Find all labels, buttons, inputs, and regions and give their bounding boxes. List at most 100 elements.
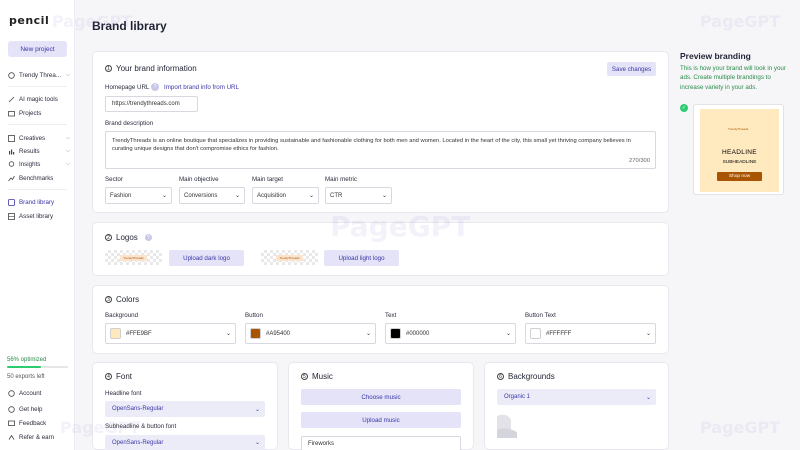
brand-icon [8, 198, 15, 206]
branding-preview-card[interactable]: TrendyThreads HEADLINE SUBHEADLINE Shop … [693, 104, 784, 195]
upload-light-logo-button[interactable]: Upload light logo [324, 250, 399, 266]
section-number: 2 [105, 234, 112, 241]
app-logo: pencil [9, 14, 50, 27]
brand-description-textarea[interactable]: TrendyThreads is an online boutique that… [105, 131, 656, 169]
workspace-selector[interactable]: Trendy Threa... ⌵ [8, 70, 70, 80]
preview-logo: TrendyThreads [728, 127, 749, 131]
sidebar-item-label: Account [19, 389, 42, 397]
chevron-down-icon: ⌄ [308, 193, 314, 199]
sidebar-item-benchmarks[interactable]: Benchmarks [8, 173, 70, 183]
preview-headline: HEADLINE [722, 149, 757, 156]
import-brand-link[interactable]: Import brand info from URL [164, 84, 239, 91]
asset-icon [8, 212, 15, 220]
backgrounds-title: 6 Backgrounds [497, 372, 555, 381]
sidebar-item-account[interactable]: Account [8, 388, 70, 398]
homepage-url-label: Homepage URL [105, 84, 150, 91]
section-number: 4 [105, 373, 112, 380]
lightbulb-icon [8, 160, 15, 168]
button-text-color-label: Button Text [525, 312, 556, 319]
watermark: PageGPT [52, 12, 133, 31]
button-color-picker[interactable]: #A95400 ⌄ [245, 323, 376, 344]
sidebar-item-label: Benchmarks [19, 174, 54, 182]
dark-logo-preview: TrendyThreads [105, 250, 162, 265]
preview-shop-button: Shop now [717, 172, 762, 181]
watermark: PageGPT [330, 210, 471, 243]
workspace-label: Trendy Threa... [19, 71, 61, 79]
preview-branding-title: Preview branding [680, 51, 751, 61]
font-title: 4 Font [105, 372, 132, 381]
text-color-picker[interactable]: #000000 ⌄ [385, 323, 516, 344]
preview-subheadline: SUBHEADLINE [722, 160, 757, 165]
background-color-label: Background [105, 312, 139, 319]
sidebar-item-results[interactable]: Results ⌵ [8, 146, 70, 156]
target-select[interactable]: Acquisition ⌄ [252, 187, 319, 204]
music-track-item[interactable]: Fireworks [301, 436, 461, 450]
sidebar-item-label: Refer & earn [19, 433, 55, 441]
chevron-down-icon: ⌄ [161, 193, 167, 199]
user-icon [8, 389, 15, 397]
upload-music-button[interactable]: Upload music [301, 412, 461, 428]
chevron-down-icon: ⌄ [254, 440, 260, 446]
sidebar-item-insights[interactable]: Insights ⌵ [8, 159, 70, 169]
homepage-url-input[interactable]: https://trendythreads.com [105, 96, 198, 112]
text-color-label: Text [385, 312, 397, 319]
color-swatch [390, 328, 401, 339]
sidebar-item-projects[interactable]: Projects [8, 108, 70, 118]
brand-description-label: Brand description [105, 120, 154, 127]
metric-label: Main metric [325, 176, 357, 183]
char-count: 270/300 [629, 158, 650, 164]
sidebar-item-label: Creatives [19, 134, 46, 142]
chevron-down-icon: ⌄ [381, 193, 387, 199]
button-text-color-picker[interactable]: #FFFFFF ⌄ [525, 323, 656, 344]
section-number: 3 [105, 296, 112, 303]
info-icon[interactable]: ? [151, 83, 159, 91]
background-style-select[interactable]: Organic 1 ⌄ [497, 389, 656, 405]
color-swatch [530, 328, 541, 339]
headline-font-select[interactable]: OpenSans-Regular ⌄ [105, 401, 265, 417]
objective-select[interactable]: Conversions ⌄ [179, 187, 245, 204]
objective-label: Main objective [179, 176, 219, 183]
chevron-down-icon: ⌵ [66, 135, 70, 141]
subheadline-font-select[interactable]: OpenSans-Regular ⌄ [105, 435, 265, 450]
share-icon [8, 434, 15, 441]
sidebar-item-label: Asset library [19, 212, 54, 220]
light-logo-preview: TrendyThreads [261, 250, 318, 265]
sidebar-item-label: Feedback [19, 419, 47, 427]
upload-dark-logo-button[interactable]: Upload dark logo [169, 250, 244, 266]
watermark: PageGPT [700, 418, 781, 437]
save-changes-button[interactable]: Save changes [607, 62, 656, 76]
chevron-down-icon: ⌵ [66, 148, 70, 154]
metric-select[interactable]: CTR ⌄ [325, 187, 392, 204]
sidebar-item-label: Get help [19, 405, 43, 413]
sector-label: Sector [105, 176, 123, 183]
branding-preview-canvas: TrendyThreads HEADLINE SUBHEADLINE Shop … [700, 109, 779, 192]
chevron-down-icon: ⌄ [234, 193, 240, 199]
check-icon: ✓ [680, 104, 688, 112]
colors-title: 3 Colors [105, 295, 139, 304]
sidebar-item-get-help[interactable]: Get help [8, 404, 70, 414]
sidebar-item-asset-library[interactable]: Asset library [8, 211, 70, 221]
headline-font-label: Headline font [105, 390, 142, 397]
sidebar-item-creatives[interactable]: Creatives ⌵ [8, 133, 70, 143]
sidebar-item-label: Projects [19, 109, 42, 117]
choose-music-button[interactable]: Choose music [301, 389, 461, 405]
target-label: Main target [252, 176, 283, 183]
background-color-picker[interactable]: #FFE9BF ⌄ [105, 323, 236, 344]
background-thumbnail[interactable] [497, 412, 519, 438]
chevron-down-icon: ⌄ [645, 394, 651, 401]
new-project-button[interactable]: New project [8, 41, 67, 57]
chart-icon [8, 148, 15, 155]
watermark: PageGPT [700, 12, 781, 31]
sector-select[interactable]: Fashion ⌄ [105, 187, 172, 204]
help-icon [8, 405, 15, 413]
benchmark-icon [8, 175, 15, 182]
optimization-progress-fill [7, 366, 42, 368]
info-icon[interactable]: ? [144, 234, 152, 241]
watermark: PageGPT [60, 418, 141, 437]
brand-info-title: 1 Your brand information [105, 64, 197, 73]
optimization-progress [7, 366, 68, 368]
sidebar-item-brand-library[interactable]: Brand library [8, 197, 70, 207]
sidebar-item-ai-magic-tools[interactable]: AI magic tools [8, 94, 70, 104]
sidebar-item-label: AI magic tools [19, 95, 58, 103]
color-swatch [110, 328, 121, 339]
